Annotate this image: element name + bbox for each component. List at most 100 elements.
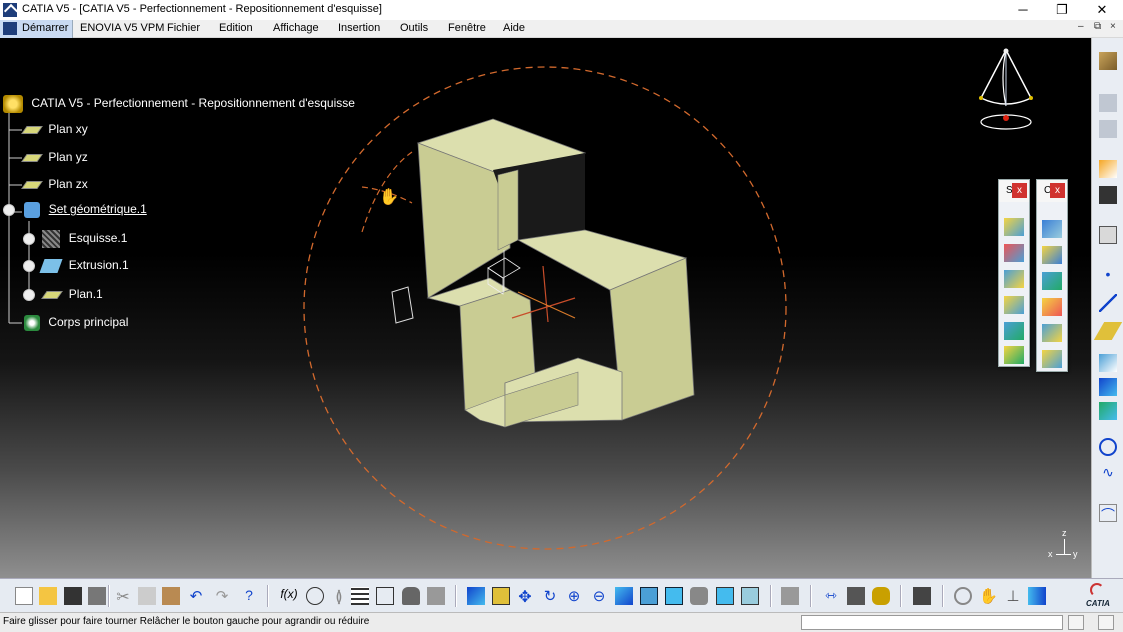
hide-show-icon[interactable] [716, 587, 734, 605]
undo-icon[interactable]: ↶ [187, 587, 205, 605]
sketch-tool-icon[interactable] [1099, 226, 1117, 244]
scene-canvas[interactable]: ✋ [0, 38, 1091, 578]
save-icon[interactable] [64, 587, 82, 605]
pan-icon[interactable]: ✥ [516, 587, 534, 606]
trim-icon[interactable] [1042, 298, 1062, 316]
open-icon[interactable] [39, 587, 57, 605]
menu-aide[interactable]: Aide [503, 22, 525, 34]
line-icon[interactable] [1099, 294, 1117, 312]
measure-item-icon[interactable] [847, 587, 865, 605]
tree-root[interactable]: CATIA V5 - Perfectionnement - Reposition… [3, 95, 355, 113]
extract-icon[interactable] [1042, 350, 1062, 368]
mdi-close-button[interactable]: × [1110, 21, 1116, 32]
project-icon[interactable] [1099, 354, 1117, 372]
lock-icon[interactable] [402, 587, 420, 605]
revolve-icon[interactable] [1004, 244, 1024, 262]
menu-fichier[interactable]: Fichier [167, 22, 200, 34]
tree-item-plan-yz[interactable]: Plan yz [21, 150, 88, 164]
blend-icon[interactable] [1004, 346, 1024, 364]
zoom-out-icon[interactable]: ⊖ [590, 587, 608, 605]
command-input[interactable] [801, 615, 1063, 630]
rotate-icon[interactable]: ↻ [541, 587, 559, 605]
tree-item-extrusion[interactable]: Extrusion.1 [23, 258, 129, 273]
hand-icon[interactable]: ✋ [979, 587, 998, 605]
status-button-2[interactable] [1098, 615, 1114, 630]
expand-icon[interactable] [23, 259, 35, 272]
tree-item-plan-xy[interactable]: Plan xy [21, 122, 88, 136]
help-icon[interactable]: ? [240, 587, 258, 605]
split-icon[interactable] [1042, 272, 1062, 290]
paste-icon[interactable] [162, 587, 180, 605]
sweep-icon[interactable] [1004, 218, 1024, 236]
multi-view-icon[interactable] [640, 587, 658, 605]
workbench-icon[interactable] [1099, 52, 1117, 70]
floating-toolbar-s[interactable]: S x [998, 179, 1030, 367]
shading-icon[interactable] [690, 587, 708, 605]
redo-icon[interactable]: ↷ [213, 587, 231, 605]
plane-tool-icon[interactable] [1093, 322, 1123, 340]
tree-item-corps-principal[interactable]: Corps principal [24, 315, 128, 331]
extrusion-part[interactable] [416, 118, 695, 428]
camera-icon[interactable] [913, 587, 931, 605]
mdi-minimize-button[interactable]: – [1078, 21, 1084, 32]
menu-outils[interactable]: Outils [400, 22, 428, 34]
loft-icon[interactable] [1004, 322, 1024, 340]
menu-enovia[interactable]: ENOVIA V5 VPM [80, 22, 164, 34]
update-icon[interactable] [781, 587, 799, 605]
normal-view-icon[interactable] [615, 587, 633, 605]
healing-icon[interactable] [1042, 246, 1062, 264]
menu-insertion[interactable]: Insertion [338, 22, 380, 34]
menu-affichage[interactable]: Affichage [273, 22, 319, 34]
table-icon[interactable] [351, 587, 369, 605]
axis-system-icon[interactable] [1099, 186, 1117, 204]
menu-edition[interactable]: Edition [219, 22, 253, 34]
compass-icon[interactable] [975, 48, 1037, 133]
datum-icon[interactable] [427, 587, 445, 605]
inertia-icon[interactable] [872, 587, 890, 605]
fly-mode-icon[interactable] [467, 587, 485, 605]
measure-icon[interactable]: ⇿ [822, 587, 840, 605]
parallel-curve-icon[interactable] [1099, 402, 1117, 420]
status-button-1[interactable] [1068, 615, 1084, 630]
close-icon[interactable]: x [1050, 183, 1065, 198]
spline-icon[interactable]: ∿ [1099, 464, 1117, 482]
copy-icon[interactable] [138, 587, 156, 605]
minimize-button[interactable]: ─ [1003, 0, 1043, 20]
paste-icon[interactable] [1099, 120, 1117, 138]
circle-icon[interactable] [1099, 438, 1117, 456]
expand-icon[interactable] [23, 288, 35, 301]
new-icon[interactable] [15, 587, 33, 605]
close-icon[interactable]: x [1012, 183, 1027, 198]
boundary-icon[interactable] [1042, 324, 1062, 342]
3d-viewport[interactable]: ✋ z x y CATIA V5 - Perfectionnement - Re… [0, 38, 1091, 578]
menu-fenetre[interactable]: Fenêtre [448, 22, 486, 34]
tree-item-plan-zx[interactable]: Plan zx [21, 177, 88, 191]
tree-item-set-geometrique[interactable]: Set géométrique.1 [3, 202, 147, 218]
sphere-icon[interactable] [1004, 270, 1024, 288]
point-icon[interactable]: • [1099, 266, 1117, 284]
select-icon[interactable] [1099, 160, 1117, 178]
helix-icon[interactable]: ⌒ [1099, 504, 1117, 523]
intersection-icon[interactable] [1099, 378, 1117, 396]
menu-start[interactable]: Démarrer [0, 20, 74, 38]
copy-icon[interactable] [1099, 94, 1117, 112]
fit-all-icon[interactable] [492, 587, 510, 605]
spin-icon[interactable] [954, 587, 972, 605]
fill-icon[interactable] [1004, 296, 1024, 314]
maximize-button[interactable]: ❐ [1042, 0, 1082, 20]
iso-view-icon[interactable] [665, 587, 683, 605]
knowledge-icon[interactable] [306, 587, 324, 605]
law-icon[interactable]: ≬ [330, 587, 348, 606]
expand-icon[interactable] [23, 233, 35, 245]
tree-item-plan-1[interactable]: Plan.1 [23, 287, 103, 301]
formula-icon[interactable]: f(x) [280, 587, 298, 605]
mdi-restore-button[interactable]: ⧉ [1094, 21, 1101, 32]
structure-icon[interactable] [376, 587, 394, 605]
cut-icon[interactable]: ✂ [114, 587, 132, 606]
print-icon[interactable] [88, 587, 106, 605]
floating-toolbar-c[interactable]: C x [1036, 179, 1068, 372]
layer-icon[interactable] [1028, 587, 1046, 605]
collapse-icon[interactable] [3, 204, 15, 216]
zoom-in-icon[interactable]: ⊕ [565, 587, 583, 605]
join-icon[interactable] [1042, 220, 1062, 238]
